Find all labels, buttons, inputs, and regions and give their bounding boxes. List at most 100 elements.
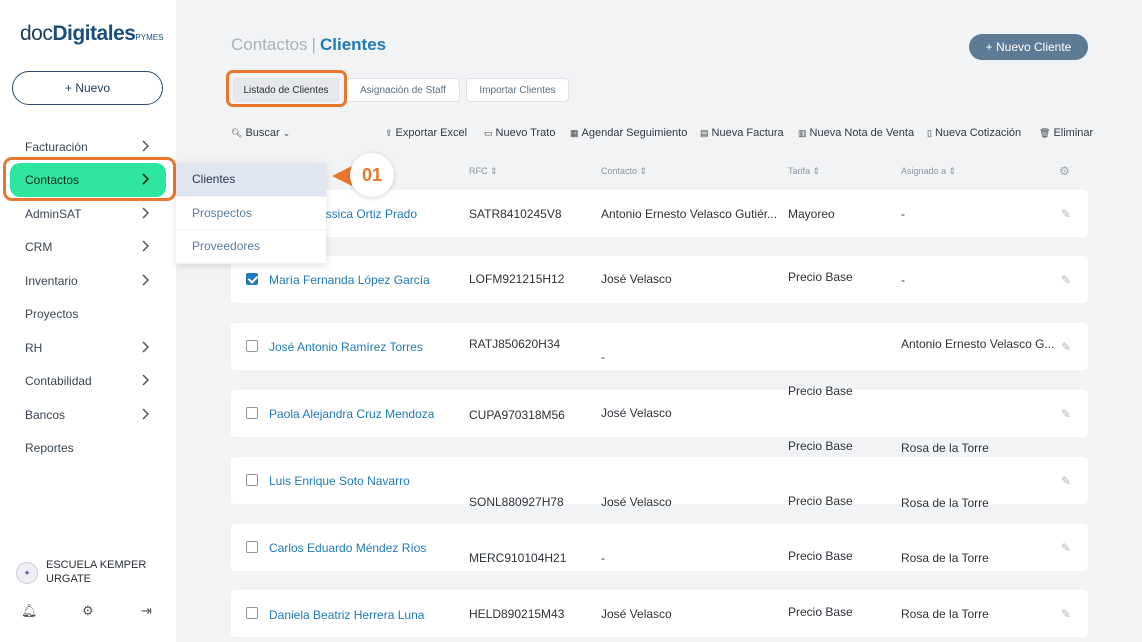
chevron-right-icon (142, 341, 150, 353)
step-number: 01 (350, 153, 394, 197)
document-icon: ▯ (927, 127, 932, 138)
sidebar-footer: 🔔︎ ⚙ ⇥ (0, 603, 176, 623)
brand-prefix: doc (20, 22, 53, 45)
client-name-link[interactable]: José Antonio Ramírez Torres (269, 340, 423, 354)
new-button[interactable]: + Nuevo (12, 71, 163, 105)
contactos-submenu: Clientes Prospectos Proveedores (176, 163, 326, 264)
sidebar-item-reportes[interactable]: Reportes (10, 431, 166, 465)
rate-cell: Precio Base (788, 605, 853, 619)
table-row[interactable]: Jessica Ortiz Prado SATR8410245V8 Antoni… (231, 190, 1088, 237)
column-header-asignado[interactable]: Asignado a ⇕ (901, 166, 956, 177)
delete-label: Eliminar (1053, 127, 1094, 139)
edit-icon[interactable]: ✎ (1061, 207, 1071, 221)
row-checkbox[interactable] (246, 541, 258, 553)
sidebar-item-label: Inventario (25, 274, 78, 288)
tab-importar-clientes[interactable]: Importar Clientes (466, 78, 569, 102)
export-excel-button[interactable]: ⇪ Exportar Excel (385, 127, 467, 139)
row-checkbox[interactable] (246, 273, 258, 285)
brand-logo[interactable]: docDigitalesPYMES (20, 22, 163, 46)
column-header-rfc[interactable]: RFC ⇕ (469, 166, 498, 177)
column-header-tarifa[interactable]: Tarifa ⇕ (788, 166, 820, 177)
table-row[interactable]: Daniela Beatriz Herrera Luna HELD890215M… (231, 590, 1088, 637)
assigned-cell: Rosa de la Torre (901, 607, 989, 621)
table-row[interactable]: José Antonio Ramírez Torres RATJ850620H3… (231, 323, 1088, 370)
assigned-cell: - (901, 273, 905, 287)
submenu-item-proveedores[interactable]: Proveedores (176, 230, 326, 264)
row-checkbox[interactable] (246, 340, 258, 352)
new-quote-button[interactable]: ▯ Nueva Cotización (927, 127, 1021, 139)
search-label: Buscar (245, 127, 280, 139)
client-name-link[interactable]: Jessica Ortiz Prado (313, 207, 417, 221)
notifications-icon[interactable]: 🔔︎ (21, 603, 38, 619)
client-name-link[interactable]: Carlos Eduardo Méndez Ríos (269, 541, 426, 555)
column-label: RFC (469, 166, 488, 176)
tab-asignacion-staff[interactable]: Asignación de Staff (346, 78, 460, 102)
submenu-item-clientes[interactable]: Clientes (176, 163, 326, 197)
row-checkbox[interactable] (246, 607, 258, 619)
chevron-right-icon (142, 140, 150, 152)
assigned-cell: Antonio Ernesto Velasco G... (901, 337, 1055, 351)
client-name-link[interactable]: Luis Enrique Soto Navarro (269, 474, 410, 488)
folder-icon: ▭ (484, 127, 493, 138)
edit-icon[interactable]: ✎ (1061, 273, 1071, 287)
sidebar-item-adminsat[interactable]: AdminSAT (10, 197, 166, 231)
sidebar-item-label: CRM (25, 240, 53, 254)
new-deal-label: Nuevo Trato (495, 127, 556, 139)
client-name-link[interactable]: Paola Alejandra Cruz Mendoza (269, 407, 434, 421)
sidebar-item-rh[interactable]: RH (10, 331, 166, 365)
contact-cell: José Velasco (601, 272, 672, 286)
submenu-item-prospectos[interactable]: Prospectos (176, 197, 326, 230)
edit-icon[interactable]: ✎ (1061, 607, 1071, 621)
schedule-followup-button[interactable]: ▦ Agendar Seguimiento (570, 127, 687, 139)
search-dropdown[interactable]: 🔍︎ Buscar ⌄ (231, 127, 293, 139)
column-header-contacto[interactable]: Contacto ⇕ (601, 166, 647, 177)
chevron-right-icon (142, 207, 150, 219)
breadcrumb-parent[interactable]: Contactos (231, 35, 308, 54)
edit-icon[interactable]: ✎ (1061, 541, 1071, 555)
client-name-link[interactable]: Daniela Beatriz Herrera Luna (269, 608, 424, 622)
sidebar-item-label: Facturación (25, 140, 88, 154)
logout-icon[interactable]: ⇥ (141, 603, 152, 619)
rfc-cell: CUPA970318M56 (469, 408, 565, 422)
row-checkbox[interactable] (246, 474, 258, 486)
sidebar-item-bancos[interactable]: Bancos (10, 398, 166, 432)
rate-cell: Precio Base (788, 439, 853, 453)
chevron-right-icon (142, 408, 150, 420)
new-sale-note-button[interactable]: ▥ Nueva Nota de Venta (798, 127, 914, 139)
organization-switcher[interactable]: ✦ ESCUELA KEMPER URGATE (16, 558, 156, 586)
new-invoice-button[interactable]: ▤ Nueva Factura (700, 127, 784, 139)
edit-icon[interactable]: ✎ (1061, 340, 1071, 354)
table-row[interactable]: María Fernanda López García LOFM921215H1… (231, 256, 1088, 303)
table-row[interactable]: Carlos Eduardo Méndez Ríos MERC910104H21… (231, 524, 1088, 571)
school-logo-icon: ✦ (16, 562, 38, 584)
new-invoice-label: Nueva Factura (711, 127, 784, 139)
rate-cell: Precio Base (788, 270, 853, 284)
new-sale-note-label: Nueva Nota de Venta (809, 127, 915, 139)
delete-button[interactable]: 🗑︎ Eliminar (1039, 127, 1093, 139)
page-title: Clientes (319, 35, 387, 54)
chevron-right-icon (142, 374, 150, 386)
search-icon: 🔍︎ (231, 127, 243, 138)
tab-highlight (226, 70, 347, 107)
settings-icon[interactable]: ⚙ (82, 603, 94, 619)
row-checkbox[interactable] (246, 407, 258, 419)
calendar-icon: ▦ (570, 127, 579, 138)
column-settings-icon[interactable]: ⚙ (1059, 164, 1070, 178)
sidebar-item-proyectos[interactable]: Proyectos (10, 297, 166, 331)
sidebar-item-contabilidad[interactable]: Contabilidad (10, 364, 166, 398)
new-client-button[interactable]: + Nuevo Cliente (969, 34, 1088, 60)
edit-icon[interactable]: ✎ (1061, 474, 1071, 488)
assigned-cell: Rosa de la Torre (901, 496, 989, 510)
new-deal-button[interactable]: ▭ Nuevo Trato (484, 127, 555, 139)
callout-arrow (332, 166, 352, 186)
rfc-cell: SATR8410245V8 (469, 207, 562, 221)
edit-icon[interactable]: ✎ (1061, 407, 1071, 421)
rate-cell: Mayoreo (788, 207, 835, 221)
table-row[interactable]: Paola Alejandra Cruz Mendoza CUPA970318M… (231, 390, 1088, 437)
rfc-cell: LOFM921215H12 (469, 272, 565, 286)
sidebar-item-crm[interactable]: CRM (10, 230, 166, 264)
step-callout: 01 (332, 153, 404, 197)
sidebar-item-label: AdminSAT (25, 207, 82, 221)
client-name-link[interactable]: María Fernanda López García (269, 273, 430, 287)
sidebar-item-inventario[interactable]: Inventario (10, 264, 166, 298)
